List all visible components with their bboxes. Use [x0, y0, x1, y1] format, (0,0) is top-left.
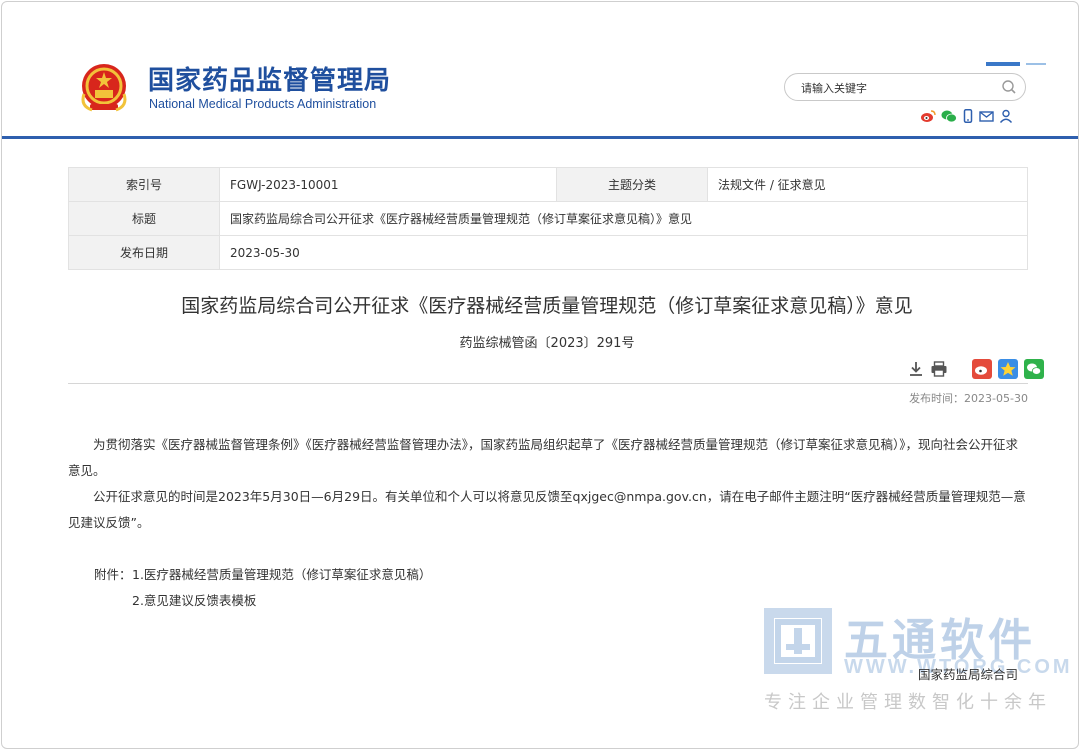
date-label: 发布日期: [68, 235, 220, 270]
publish-time: 发布时间：2023-05-30: [909, 392, 1028, 405]
content-divider: [68, 383, 1028, 384]
article-title: 国家药监局综合司公开征求《医疗器械经营质量管理规范（修订草案征求意见稿）》意见: [181, 295, 913, 317]
document-meta-table: 索引号 FGWJ-2023-10001 主题分类 法规文件 / 征求意见 标题 …: [68, 167, 1028, 270]
attachment-link[interactable]: 1.医疗器械经营质量管理规范（修订草案征求意见稿）: [132, 562, 431, 588]
document-number: 药监综械管函〔2023〕291号: [459, 336, 635, 351]
search-icon[interactable]: [1001, 79, 1017, 95]
download-icon[interactable]: [908, 360, 924, 378]
topic-value: 法规文件 / 征求意见: [707, 167, 1028, 202]
share-weibo-icon[interactable]: [972, 359, 992, 379]
social-links: [920, 107, 1013, 125]
org-name-cn: 国家药品监督管理局: [148, 66, 392, 96]
mobile-icon[interactable]: [962, 109, 974, 123]
print-icon[interactable]: [930, 360, 948, 378]
index-value: FGWJ-2023-10001: [219, 167, 557, 202]
attachments: 附件： 1.医疗器械经营质量管理规范（修订草案征求意见稿） 2.意见建议反馈表模…: [94, 562, 431, 614]
wechat-icon[interactable]: [941, 109, 957, 123]
search-input[interactable]: [799, 78, 993, 98]
title-label: 标题: [68, 201, 220, 236]
site-header: 国家药品监督管理局 National Medical Products Admi…: [2, 2, 1078, 139]
table-row: 标题 国家药监局综合司公开征求《医疗器械经营质量管理规范（修订草案征求意见稿）》…: [68, 201, 1028, 236]
watermark-logo-icon: [764, 608, 832, 674]
table-row: 索引号 FGWJ-2023-10001 主题分类 法规文件 / 征求意见: [68, 167, 1028, 202]
paragraph: 为贯彻落实《医疗器械监督管理条例》《医疗器械经营监督管理办法》，国家药监局组织起…: [68, 437, 1019, 478]
national-emblem-icon: [81, 64, 127, 112]
org-name-en: National Medical Products Administration: [149, 97, 377, 111]
attachment-link[interactable]: 2.意见建议反馈表模板: [132, 593, 256, 608]
title-value: 国家药监局综合司公开征求《医疗器械经营质量管理规范（修订草案征求意见稿）》意见: [219, 201, 1028, 236]
article-body: 为贯彻落实《医疗器械监督管理条例》《医疗器械经营监督管理办法》，国家药监局组织起…: [68, 432, 1030, 536]
topic-label: 主题分类: [556, 167, 708, 202]
table-row: 发布日期 2023-05-30: [68, 235, 1028, 270]
article-tools: [908, 359, 1044, 379]
page-frame: 国家药品监督管理局 National Medical Products Admi…: [1, 1, 1079, 749]
signature: 国家药监局综合司: [918, 667, 1019, 682]
header-divider: [2, 136, 1078, 139]
share-wechat-icon[interactable]: [1024, 359, 1044, 379]
share-qzone-icon[interactable]: [998, 359, 1018, 379]
watermark-slogan: 专注企业管理数智化十余年: [764, 692, 1052, 713]
weibo-icon[interactable]: [920, 109, 936, 123]
paragraph: 公开征求意见的时间是2023年5月30日—6月29日。有关单位和个人可以将意见反…: [68, 489, 1026, 530]
top-tab-indicator: [986, 62, 1046, 66]
search-box: [784, 73, 1026, 101]
date-value: 2023-05-30: [219, 235, 1028, 270]
mail-icon[interactable]: [979, 109, 994, 123]
attachments-label: 附件：: [94, 567, 132, 582]
index-label: 索引号: [68, 167, 220, 202]
user-icon[interactable]: [999, 109, 1013, 123]
